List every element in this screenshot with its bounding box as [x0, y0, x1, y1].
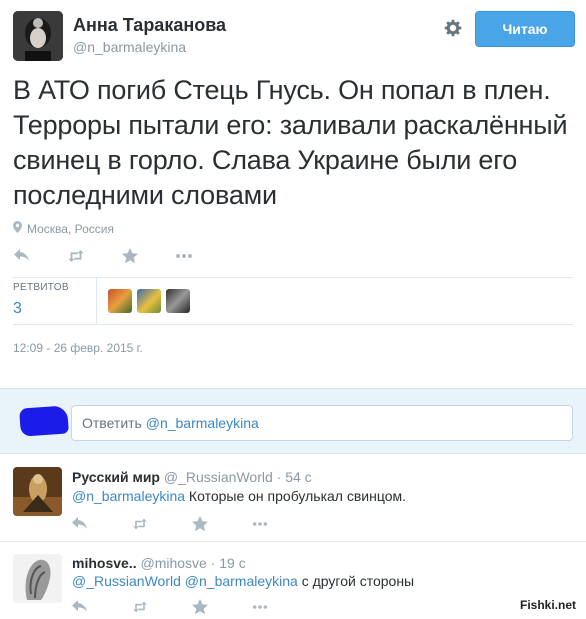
- retweet-icon[interactable]: [132, 599, 148, 615]
- location-pin-icon: [13, 221, 22, 236]
- reply-compose: Ответить @n_barmaleykina: [0, 388, 586, 454]
- divider: [13, 324, 573, 325]
- stats-separator: [96, 278, 97, 324]
- reply-author-handle[interactable]: @_RussianWorld: [164, 469, 273, 485]
- retweets-label: РЕТВИТОВ: [13, 282, 69, 293]
- reply-body: с другой стороны: [297, 573, 415, 589]
- reply-time[interactable]: · 54 с: [277, 469, 312, 485]
- location-label: Москва, Россия: [27, 221, 114, 236]
- reply-tweet[interactable]: mihosve.. @mihosve · 19 с @_RussianWorld…: [0, 542, 586, 619]
- tweet-actions: [13, 247, 229, 265]
- user-avatar: [19, 405, 69, 437]
- reply-header: Русский мир @_RussianWorld · 54 с: [72, 469, 312, 485]
- tweet-text: В АТО погиб Стець Гнусь. Он попал в плен…: [13, 75, 568, 210]
- reply-icon[interactable]: [13, 247, 31, 265]
- retweets-count[interactable]: 3: [13, 300, 95, 318]
- favorite-icon[interactable]: [192, 516, 208, 532]
- divider: [13, 277, 573, 278]
- profile-handle[interactable]: @n_barmaleykina: [73, 39, 186, 55]
- profile-avatar[interactable]: [13, 11, 63, 61]
- reply-prefix: Ответить: [82, 415, 146, 431]
- watermark: Fishki.net: [520, 598, 577, 612]
- reply-actions: [72, 516, 312, 532]
- reply-header: mihosve.. @mihosve · 19 с: [72, 555, 246, 571]
- reply-author-name[interactable]: Русский мир: [72, 469, 160, 485]
- tweet-timestamp: 12:09 - 26 февр. 2015 г.: [13, 341, 143, 355]
- retweet-icon[interactable]: [132, 516, 148, 532]
- follow-button[interactable]: Читаю: [475, 11, 575, 47]
- retweeter-avatar[interactable]: [108, 289, 132, 313]
- profile-name[interactable]: Анна Тараканова: [73, 15, 226, 36]
- reply-mention-link[interactable]: @_RussianWorld: [72, 573, 181, 589]
- gear-icon[interactable]: [442, 17, 464, 39]
- retweeter-avatar[interactable]: [137, 289, 161, 313]
- reply-time[interactable]: · 19 с: [211, 555, 246, 571]
- reply-body: Которые он пробулькал свинцом.: [185, 488, 406, 504]
- more-icon[interactable]: [175, 247, 193, 265]
- reply-author-name[interactable]: mihosve..: [72, 555, 137, 571]
- reply-mention-link[interactable]: @n_barmaleykina: [185, 573, 298, 589]
- retweet-icon[interactable]: [67, 247, 85, 265]
- retweeter-avatars: [108, 289, 190, 313]
- reply-icon[interactable]: [72, 599, 88, 615]
- reply-mention: @n_barmaleykina: [145, 415, 259, 431]
- reply-tweet[interactable]: Русский мир @_RussianWorld · 54 с @n_bar…: [0, 455, 586, 541]
- more-icon[interactable]: [252, 516, 268, 532]
- reply-author-handle[interactable]: @mihosve: [140, 555, 206, 571]
- favorite-icon[interactable]: [192, 599, 208, 615]
- reply-actions: [72, 599, 312, 615]
- more-icon[interactable]: [252, 599, 268, 615]
- reply-mention-link[interactable]: @n_barmaleykina: [72, 488, 185, 504]
- tweet-location[interactable]: Москва, Россия: [13, 221, 114, 236]
- retweeter-avatar[interactable]: [166, 289, 190, 313]
- reply-text: @n_barmaleykina Которые он пробулькал св…: [72, 488, 406, 504]
- reply-avatar[interactable]: [13, 467, 62, 516]
- reply-icon[interactable]: [72, 516, 88, 532]
- favorite-icon[interactable]: [121, 247, 139, 265]
- reply-input[interactable]: Ответить @n_barmaleykina: [71, 405, 573, 441]
- retweet-stats[interactable]: РЕТВИТОВ 3: [13, 282, 95, 318]
- reply-avatar[interactable]: [13, 554, 62, 603]
- reply-text: @_RussianWorld @n_barmaleykina с другой …: [72, 573, 414, 589]
